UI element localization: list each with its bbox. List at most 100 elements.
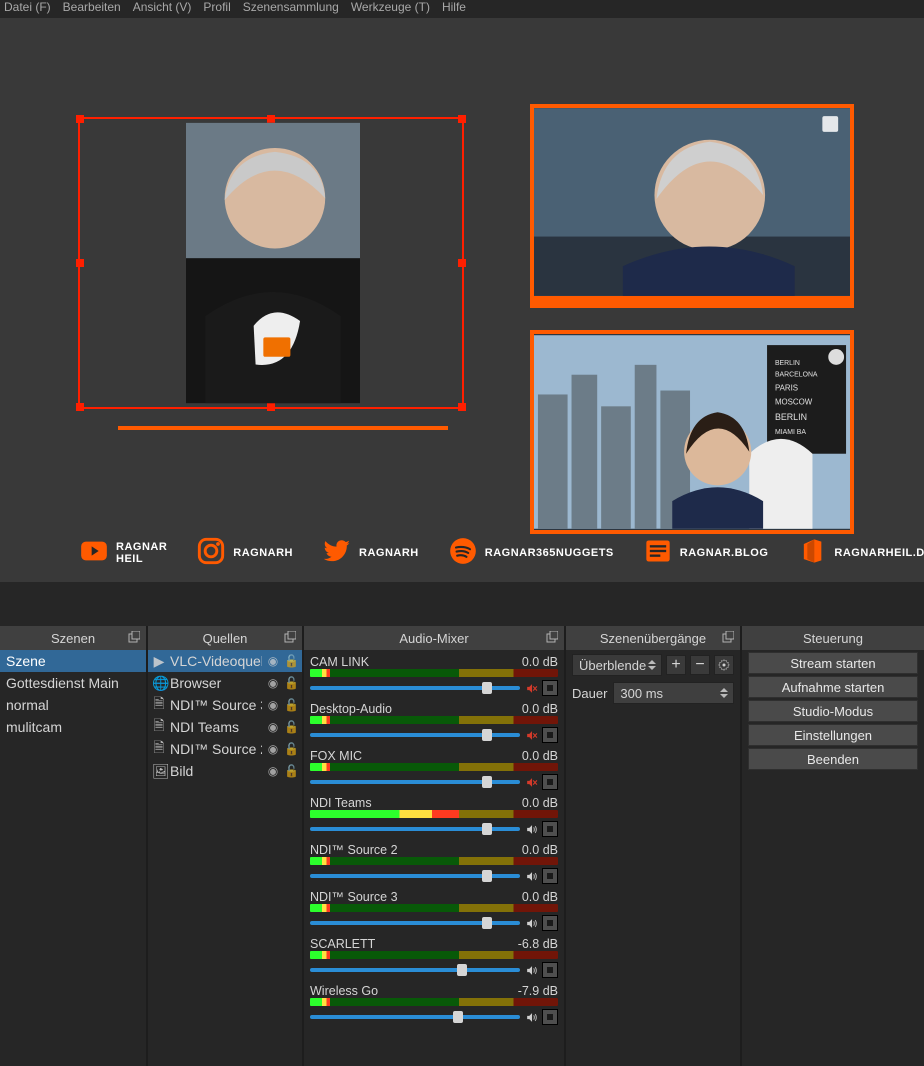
dock-header[interactable]: Szenen bbox=[0, 626, 146, 650]
visibility-icon[interactable]: ◉ bbox=[266, 764, 280, 778]
preview-area[interactable]: BERLIN BARCELONA PARIS MOSCOW BERLIN MIA… bbox=[0, 18, 924, 582]
channel-options-button[interactable] bbox=[542, 868, 558, 884]
channel-options-button[interactable] bbox=[542, 680, 558, 696]
mute-icon[interactable] bbox=[524, 775, 538, 789]
mixer-channel: Desktop-Audio0.0 dB bbox=[310, 699, 558, 744]
mute-icon[interactable] bbox=[524, 728, 538, 742]
duration-input[interactable]: 300 ms bbox=[613, 682, 734, 704]
volume-slider[interactable] bbox=[310, 780, 520, 784]
scenes-dock: Szenen Szene Gottesdienst Main normal mu… bbox=[0, 626, 146, 1066]
visibility-icon[interactable]: ◉ bbox=[266, 720, 280, 734]
office-icon bbox=[798, 537, 826, 568]
channel-options-button[interactable] bbox=[542, 727, 558, 743]
svg-text:BERLIN: BERLIN bbox=[775, 360, 800, 367]
source-row[interactable]: 🗎NDI™ Source 2◉🔓 bbox=[148, 738, 302, 760]
dock-header[interactable]: Steuerung bbox=[742, 626, 924, 650]
visibility-icon[interactable]: ◉ bbox=[266, 742, 280, 756]
channel-db: 0.0 dB bbox=[522, 655, 558, 669]
volume-slider[interactable] bbox=[310, 733, 520, 737]
source-row[interactable]: 🗎NDI™ Source 3◉🔓 bbox=[148, 694, 302, 716]
blog-icon bbox=[644, 537, 672, 568]
lock-icon[interactable]: 🔓 bbox=[284, 698, 298, 712]
scenes-list[interactable]: Szene Gottesdienst Main normal mulitcam bbox=[0, 650, 146, 1066]
speaker-icon[interactable] bbox=[524, 916, 538, 930]
popout-icon[interactable] bbox=[722, 631, 734, 646]
transition-settings-button[interactable] bbox=[714, 655, 734, 675]
transitions-dock: Szenenübergänge Überblende + − Dauer 300… bbox=[566, 626, 740, 1066]
scene-row[interactable]: normal bbox=[0, 694, 146, 716]
audio-mixer-dock: Audio-Mixer CAM LINK0.0 dBDesktop-Audio0… bbox=[304, 626, 564, 1066]
vu-meter bbox=[310, 904, 558, 912]
channel-options-button[interactable] bbox=[542, 915, 558, 931]
menu-item[interactable]: Datei (F) bbox=[4, 0, 51, 14]
mute-icon[interactable] bbox=[524, 681, 538, 695]
youtube-icon bbox=[80, 537, 108, 568]
volume-slider[interactable] bbox=[310, 1015, 520, 1019]
visibility-icon[interactable]: ◉ bbox=[266, 698, 280, 712]
channel-options-button[interactable] bbox=[542, 1009, 558, 1025]
source-name: VLC-Videoquelle bbox=[170, 653, 262, 669]
menu-item[interactable]: Hilfe bbox=[442, 0, 466, 14]
start-record-button[interactable]: Aufnahme starten bbox=[748, 676, 918, 698]
social-twitter: RAGNARH bbox=[323, 537, 419, 568]
menu-item[interactable]: Ansicht (V) bbox=[133, 0, 192, 14]
channel-name: FOX MIC bbox=[310, 749, 362, 763]
source-row[interactable]: 🖼Bild◉🔓 bbox=[148, 760, 302, 782]
source-row[interactable]: 🌐Browser◉🔓 bbox=[148, 672, 302, 694]
volume-slider[interactable] bbox=[310, 874, 520, 878]
channel-options-button[interactable] bbox=[542, 774, 558, 790]
studio-mode-button[interactable]: Studio-Modus bbox=[748, 700, 918, 722]
dock-header[interactable]: Quellen bbox=[148, 626, 302, 650]
speaker-icon[interactable] bbox=[524, 963, 538, 977]
visibility-icon[interactable]: ◉ bbox=[266, 676, 280, 690]
volume-slider[interactable] bbox=[310, 921, 520, 925]
vu-meter bbox=[310, 669, 558, 677]
add-transition-button[interactable]: + bbox=[666, 655, 686, 675]
social-instagram: RAGNARH bbox=[197, 537, 293, 568]
social-spotify: RAGNAR365NUGGETS bbox=[449, 537, 614, 568]
lock-icon[interactable]: 🔓 bbox=[284, 654, 298, 668]
menu-item[interactable]: Bearbeiten bbox=[63, 0, 121, 14]
source-row[interactable]: ▶VLC-Videoquelle ◉ 🔓 bbox=[148, 650, 302, 672]
lock-icon[interactable]: 🔓 bbox=[284, 676, 298, 690]
channel-options-button[interactable] bbox=[542, 962, 558, 978]
volume-slider[interactable] bbox=[310, 827, 520, 831]
popout-icon[interactable] bbox=[546, 631, 558, 646]
sources-list[interactable]: ▶VLC-Videoquelle◉🔓🌐Browser◉🔓🗎NDI™ Source… bbox=[148, 650, 302, 1066]
menu-item[interactable]: Werkzeuge (T) bbox=[351, 0, 430, 14]
dock-header[interactable]: Szenenübergänge bbox=[566, 626, 740, 650]
lock-icon[interactable]: 🔓 bbox=[284, 764, 298, 778]
vu-meter bbox=[310, 951, 558, 959]
vu-meter bbox=[310, 998, 558, 1006]
exit-button[interactable]: Beenden bbox=[748, 748, 918, 770]
menu-item[interactable]: Profil bbox=[203, 0, 230, 14]
source-type-icon: 🗎 bbox=[152, 693, 166, 717]
lock-icon[interactable]: 🔓 bbox=[284, 742, 298, 756]
source-type-icon: ▶ bbox=[152, 653, 166, 670]
source-row[interactable]: 🗎NDI Teams◉🔓 bbox=[148, 716, 302, 738]
volume-slider[interactable] bbox=[310, 968, 520, 972]
svg-text:MOSCOW: MOSCOW bbox=[775, 397, 813, 406]
scene-row[interactable]: Szene bbox=[0, 650, 146, 672]
selected-source-bounds[interactable] bbox=[78, 117, 464, 409]
transition-select[interactable]: Überblende bbox=[572, 654, 662, 676]
lock-icon[interactable]: 🔓 bbox=[284, 720, 298, 734]
dock-title: Szenen bbox=[51, 631, 95, 646]
popout-icon[interactable] bbox=[284, 631, 296, 646]
start-stream-button[interactable]: Stream starten bbox=[748, 652, 918, 674]
speaker-icon[interactable] bbox=[524, 869, 538, 883]
menu-item[interactable]: Szenensammlung bbox=[243, 0, 339, 14]
visibility-icon[interactable]: ◉ bbox=[266, 654, 280, 668]
volume-slider[interactable] bbox=[310, 686, 520, 690]
popout-icon[interactable] bbox=[128, 631, 140, 646]
scene-row[interactable]: mulitcam bbox=[0, 716, 146, 738]
video-source-1 bbox=[186, 119, 360, 407]
dock-header[interactable]: Audio-Mixer bbox=[304, 626, 564, 650]
speaker-icon[interactable] bbox=[524, 822, 538, 836]
settings-button[interactable]: Einstellungen bbox=[748, 724, 918, 746]
channel-options-button[interactable] bbox=[542, 821, 558, 837]
scene-row[interactable]: Gottesdienst Main bbox=[0, 672, 146, 694]
channel-name: NDI™ Source 3 bbox=[310, 890, 398, 904]
social-label: RAGNAR365NUGGETS bbox=[485, 547, 614, 559]
remove-transition-button[interactable]: − bbox=[690, 655, 710, 675]
